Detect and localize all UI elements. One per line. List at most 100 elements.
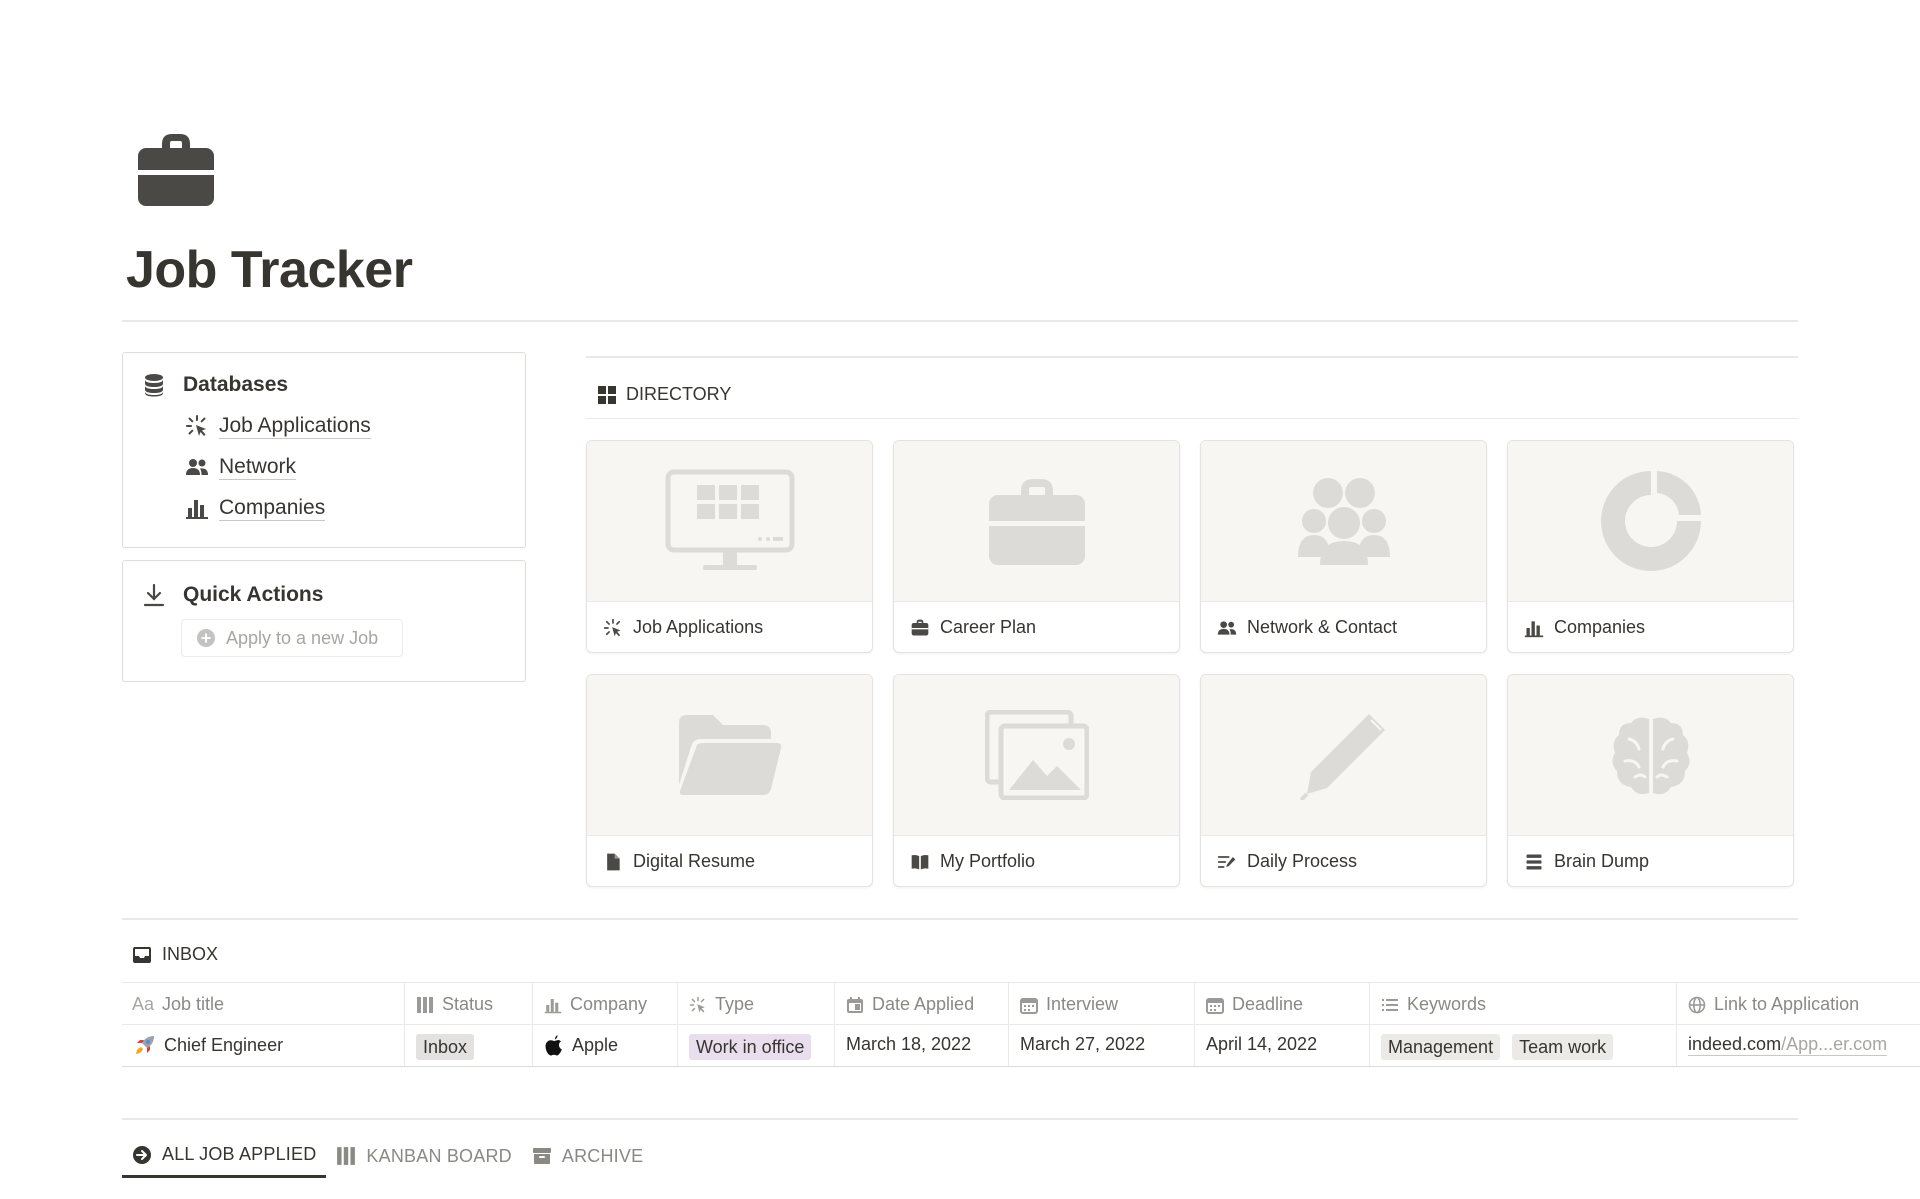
column-header-company[interactable]: Company <box>544 994 647 1015</box>
cell-job-title[interactable]: Chief Engineer <box>134 1034 283 1056</box>
cell-keywords[interactable]: Management Team work <box>1381 1034 1614 1060</box>
db-item-label[interactable]: Companies <box>219 495 326 521</box>
cell-interview[interactable]: March 27, 2022 <box>1020 1034 1145 1055</box>
deadline-text: April 14, 2022 <box>1206 1034 1318 1054</box>
cell-status[interactable]: Inbox <box>416 1034 475 1060</box>
arrow-circle-icon <box>133 1145 151 1164</box>
databases-header: Databases <box>143 373 288 397</box>
link-path[interactable]: /App...er.com <box>1781 1034 1888 1056</box>
cell-type[interactable]: Work in office <box>689 1034 812 1060</box>
card-title: Brain Dump <box>1554 851 1650 871</box>
column-header-label: Link to Application <box>1714 994 1860 1014</box>
column-header-status[interactable]: Status <box>416 994 493 1015</box>
card-cover <box>1201 441 1486 602</box>
title-divider <box>122 320 1798 322</box>
brain-icon <box>1611 717 1690 795</box>
bar-chart-icon <box>544 998 562 1013</box>
card-title: Network & Contact <box>1247 617 1398 637</box>
directory-card-career-plan[interactable]: Career Plan <box>893 440 1180 653</box>
monitor-icon <box>665 469 794 570</box>
keyword-tag: Team work <box>1512 1034 1614 1060</box>
pen-icon <box>1299 714 1385 800</box>
db-item-label[interactable]: Job Applications <box>219 413 371 439</box>
globe-icon <box>1688 996 1706 1013</box>
db-item-network[interactable]: Network <box>185 454 297 480</box>
column-header-label: Date Applied <box>872 994 975 1014</box>
table-header-border <box>122 1024 1920 1025</box>
db-item-companies[interactable]: Companies <box>185 495 326 521</box>
inbox-header[interactable]: INBOX <box>132 944 218 965</box>
databases-box: Databases Job Applications Network Compa… <box>122 352 526 548</box>
text-type-icon: Aa <box>132 994 155 1014</box>
calendar-icon <box>1020 997 1038 1014</box>
folder-icon <box>678 715 781 795</box>
column-header-label: Status <box>442 994 494 1014</box>
cell-link[interactable]: indeed.com /App...er.com <box>1688 1034 1888 1056</box>
plus-circle-icon <box>197 629 215 647</box>
column-separator <box>404 982 405 1066</box>
people-icon <box>1217 620 1237 635</box>
card-label-row: Daily Process <box>1217 851 1357 872</box>
images-icon <box>984 710 1089 800</box>
cell-date-applied[interactable]: March 18, 2022 <box>846 1034 971 1055</box>
briefcase-icon <box>988 479 1085 565</box>
directory-card-my-portfolio[interactable]: My Portfolio <box>893 674 1180 887</box>
card-title: Companies <box>1554 617 1646 637</box>
column-header-job-title[interactable]: Aa Job title <box>132 994 224 1015</box>
briefcase-icon[interactable] <box>134 130 218 210</box>
card-cover <box>894 441 1179 602</box>
column-header-label: Interview <box>1046 994 1119 1014</box>
directory-card-job-applications[interactable]: Job Applications <box>586 440 873 653</box>
directory-card-companies[interactable]: Companies <box>1507 440 1794 653</box>
list-icon <box>1382 998 1398 1011</box>
tab-label: KANBAN BOARD <box>366 1145 512 1166</box>
card-title: Career Plan <box>940 617 1037 637</box>
db-item-job-applications[interactable]: Job Applications <box>185 413 371 439</box>
column-header-deadline[interactable]: Deadline <box>1206 994 1303 1015</box>
db-item-label[interactable]: Network <box>219 454 297 480</box>
directory-card-daily-process[interactable]: Daily Process <box>1200 674 1487 887</box>
directory-card-digital-resume[interactable]: Digital Resume <box>586 674 873 887</box>
card-label-row: Career Plan <box>910 617 1036 638</box>
company-text: Apple <box>572 1034 619 1055</box>
cell-company[interactable]: Apple <box>544 1034 618 1056</box>
tab-kanban-board[interactable]: KANBAN BOARD <box>326 1136 521 1178</box>
column-header-interview[interactable]: Interview <box>1020 994 1118 1015</box>
card-label-row: Job Applications <box>603 617 763 638</box>
directory-card-brain-dump[interactable]: Brain Dump <box>1507 674 1794 887</box>
column-header-date-applied[interactable]: Date Applied <box>846 994 974 1015</box>
card-cover <box>587 441 872 602</box>
card-title: Digital Resume <box>633 851 756 871</box>
column-separator <box>1369 982 1370 1066</box>
column-separator <box>532 982 533 1066</box>
people-icon <box>186 459 208 475</box>
link-host[interactable]: indeed.com <box>1688 1034 1782 1056</box>
bar-chart-icon <box>1524 620 1544 637</box>
directory-card-network-contact[interactable]: Network & Contact <box>1200 440 1487 653</box>
column-header-link[interactable]: Link to Application <box>1688 994 1859 1015</box>
column-header-label: Keywords <box>1407 994 1487 1014</box>
card-title: My Portfolio <box>940 851 1036 871</box>
card-label-row: Digital Resume <box>603 851 755 872</box>
inbox-tray-icon <box>133 946 151 963</box>
database-icon <box>145 374 163 397</box>
rocket-icon <box>136 1036 154 1054</box>
column-header-label: Deadline <box>1232 994 1304 1014</box>
tab-all-job-applied[interactable]: ALL JOB APPLIED <box>122 1136 327 1178</box>
card-title: Daily Process <box>1247 851 1358 871</box>
directory-heading: DIRECTORY <box>626 384 732 404</box>
interview-date-text: March 27, 2022 <box>1020 1034 1146 1054</box>
tab-archive[interactable]: ARCHIVE <box>522 1136 653 1178</box>
type-badge: Work in office <box>689 1034 812 1060</box>
cell-deadline[interactable]: April 14, 2022 <box>1206 1034 1317 1055</box>
directory-header: DIRECTORY <box>598 384 731 405</box>
stack-icon <box>1526 854 1542 869</box>
card-cover <box>587 675 872 836</box>
column-header-type[interactable]: Type <box>689 994 754 1015</box>
apple-logo-icon <box>545 1035 562 1056</box>
quick-actions-box: Quick Actions Apply to a new Job <box>122 560 526 682</box>
apply-new-job-button[interactable]: Apply to a new Job <box>181 619 403 657</box>
inbox-top-divider <box>122 918 1798 920</box>
columns-icon <box>337 1147 356 1165</box>
column-header-keywords[interactable]: Keywords <box>1381 994 1486 1015</box>
